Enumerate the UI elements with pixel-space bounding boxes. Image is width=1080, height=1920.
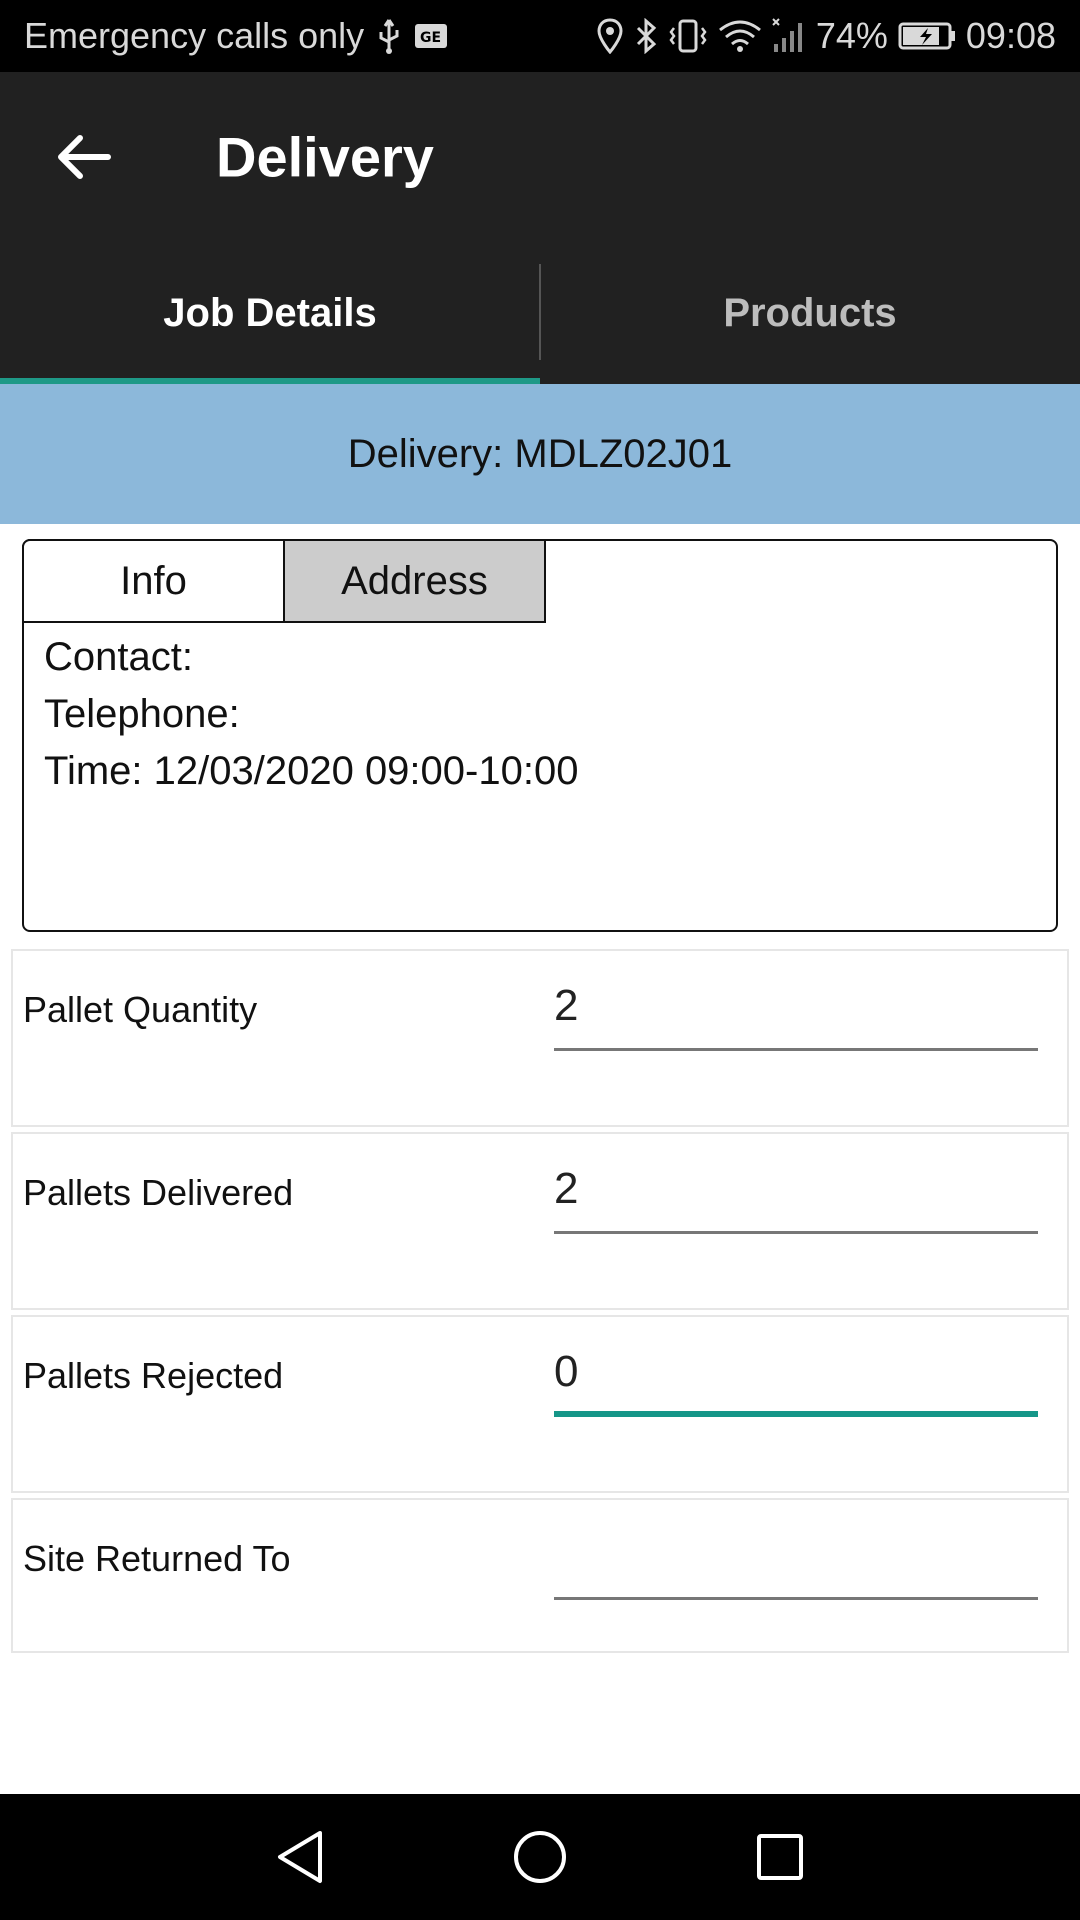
field-underline bbox=[554, 1048, 1038, 1051]
bluetooth-icon bbox=[634, 18, 658, 54]
telephone-line: Telephone: bbox=[44, 692, 240, 736]
field-underline bbox=[554, 1597, 1038, 1600]
form-row-site-returned-to: Site Returned To bbox=[11, 1498, 1069, 1653]
clock-time: 09:08 bbox=[965, 15, 1056, 56]
page-title: Delivery bbox=[216, 125, 434, 189]
contact-line: Contact: bbox=[44, 635, 193, 679]
form-row-pallets-delivered: Pallets Delivered 2 bbox=[11, 1132, 1069, 1310]
field-value: 2 bbox=[554, 981, 579, 1030]
info-details: Contact: Telephone: Time: 12/03/2020 09:… bbox=[44, 629, 578, 800]
form-row-pallet-quantity: Pallet Quantity 2 bbox=[11, 949, 1069, 1127]
field-value: 2 bbox=[554, 1164, 579, 1213]
subtab-info[interactable]: Info bbox=[22, 539, 285, 623]
pallet-quantity-input[interactable]: 2 bbox=[554, 971, 1038, 1051]
app-bar: Delivery bbox=[0, 72, 1080, 242]
tab-job-details[interactable]: Job Details bbox=[0, 242, 540, 384]
wifi-icon bbox=[718, 18, 762, 54]
location-icon bbox=[596, 18, 624, 54]
field-label: Pallets Rejected bbox=[23, 1355, 284, 1396]
battery-charging-icon bbox=[898, 21, 956, 51]
delivery-banner: Delivery: MDLZ02J01 bbox=[0, 384, 1080, 524]
sim-card-icon: GE bbox=[414, 23, 448, 49]
usb-icon bbox=[376, 18, 402, 54]
carrier-text: Emergency calls only bbox=[24, 15, 365, 56]
tab-products[interactable]: Products bbox=[540, 242, 1080, 384]
triangle-back-icon bbox=[278, 1831, 322, 1883]
subtab-label: Address bbox=[341, 558, 488, 603]
field-label: Pallet Quantity bbox=[23, 989, 258, 1030]
nav-recents-button[interactable] bbox=[735, 1812, 825, 1902]
tab-label: Job Details bbox=[163, 290, 377, 335]
back-button[interactable] bbox=[48, 121, 120, 193]
battery-percent: 74% bbox=[815, 15, 888, 56]
site-returned-to-input[interactable] bbox=[554, 1520, 1038, 1600]
time-line: Time: 12/03/2020 09:00-10:00 bbox=[44, 749, 579, 793]
arrow-back-icon bbox=[58, 135, 111, 179]
subtab-address[interactable]: Address bbox=[283, 539, 546, 623]
field-underline-focused bbox=[554, 1411, 1038, 1417]
status-bar: Emergency calls only GE 74% 09:08 bbox=[0, 0, 1080, 72]
field-label: Pallets Delivered bbox=[23, 1172, 294, 1213]
vibrate-icon bbox=[668, 18, 708, 54]
field-underline bbox=[554, 1231, 1038, 1234]
pallets-delivered-input[interactable]: 2 bbox=[554, 1154, 1038, 1234]
field-value: 0 bbox=[554, 1347, 579, 1396]
delivery-reference: Delivery: MDLZ02J01 bbox=[347, 431, 733, 476]
field-label: Site Returned To bbox=[23, 1538, 291, 1579]
form-row-pallets-rejected: Pallets Rejected 0 bbox=[11, 1315, 1069, 1493]
system-nav-bar bbox=[0, 1794, 1080, 1920]
tab-divider bbox=[539, 264, 541, 360]
square-recents-icon bbox=[757, 1834, 803, 1880]
nav-back-button[interactable] bbox=[255, 1812, 345, 1902]
main-tabs: Job Details Products bbox=[0, 242, 1080, 384]
info-subtabs: Info Address bbox=[22, 539, 546, 623]
info-panel: Info Address Contact: Telephone: Time: 1… bbox=[22, 539, 1058, 932]
pallets-rejected-input[interactable]: 0 bbox=[554, 1337, 1038, 1417]
signal-icon bbox=[772, 18, 806, 54]
nav-home-button[interactable] bbox=[495, 1812, 585, 1902]
svg-text:GE: GE bbox=[420, 30, 441, 46]
subtab-label: Info bbox=[120, 558, 187, 603]
circle-home-icon bbox=[514, 1831, 566, 1883]
tab-label: Products bbox=[723, 290, 897, 335]
